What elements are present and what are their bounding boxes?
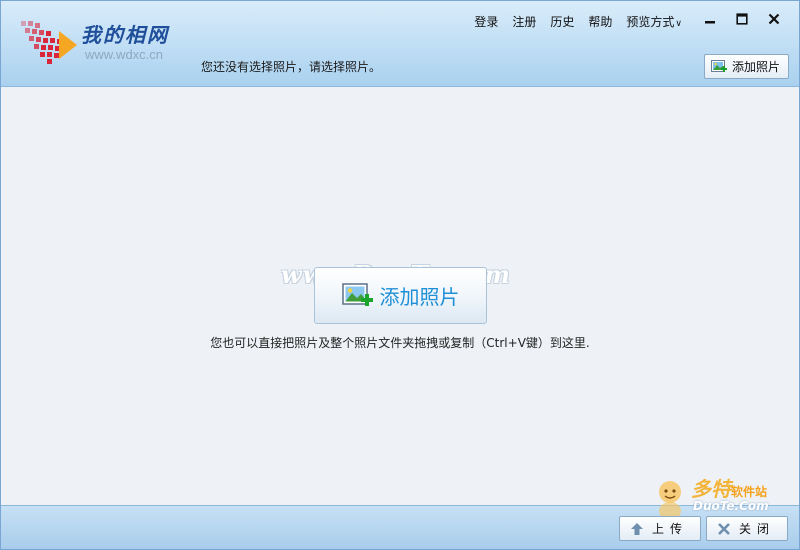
- add-photos-large-button[interactable]: 添加照片: [314, 267, 487, 324]
- add-photos-button[interactable]: 添加照片: [703, 54, 789, 79]
- nav-login-link[interactable]: 登录: [467, 13, 505, 30]
- minimize-icon: [705, 21, 715, 24]
- add-photos-label: 添加照片: [731, 60, 780, 74]
- close-icon: [768, 13, 780, 25]
- window-close-button[interactable]: [763, 9, 785, 29]
- logo-title: 我的相网: [81, 23, 169, 47]
- upload-button[interactable]: 上传: [619, 516, 701, 541]
- preview-mode-label: 预览方式: [626, 15, 675, 29]
- header: 我的相网 www.wdxc.cn 您还没有选择照片，请选择照片。 登录 注册 历…: [1, 1, 799, 87]
- minimize-button[interactable]: [699, 9, 721, 29]
- close-button[interactable]: 关闭: [706, 516, 788, 541]
- add-photo-icon: [710, 59, 727, 72]
- top-nav: 登录 注册 历史 帮助 预览方式∨: [467, 13, 689, 30]
- footer-bar: 多特软件站 DuoTe.Com 上传 关闭: [1, 477, 799, 549]
- window-controls: [699, 9, 785, 29]
- nav-register-link[interactable]: 注册: [505, 13, 543, 30]
- selection-status: 您还没有选择照片，请选择照片。: [201, 60, 382, 74]
- close-label: 关闭: [739, 522, 776, 536]
- nav-history-link[interactable]: 历史: [543, 13, 581, 30]
- maximize-button[interactable]: [731, 9, 753, 29]
- logo-mark-icon: [21, 21, 77, 64]
- app-window: 我的相网 www.wdxc.cn 您还没有选择照片，请选择照片。 登录 注册 历…: [0, 0, 800, 550]
- add-photos-large-label: 添加照片: [379, 285, 460, 309]
- drop-area[interactable]: www.DuoTe.com 添加照片 您也可以直接把照片及整个照片文件夹拖拽或复…: [1, 88, 799, 505]
- add-photo-icon: [341, 282, 373, 306]
- logo: 我的相网 www.wdxc.cn: [19, 15, 189, 71]
- chevron-down-icon: ∨: [675, 19, 682, 29]
- maximize-icon: [736, 13, 748, 25]
- arrow-up-icon: [631, 522, 643, 535]
- upload-label: 上传: [652, 522, 689, 536]
- close-icon: [718, 522, 730, 535]
- logo-url: www.wdxc.cn: [85, 47, 164, 62]
- nav-help-link[interactable]: 帮助: [581, 13, 619, 30]
- nav-preview-mode-dropdown[interactable]: 预览方式∨: [619, 13, 689, 30]
- drag-drop-hint: 您也可以直接把照片及整个照片文件夹拖拽或复制（Ctrl+V键）到这里.: [210, 336, 590, 350]
